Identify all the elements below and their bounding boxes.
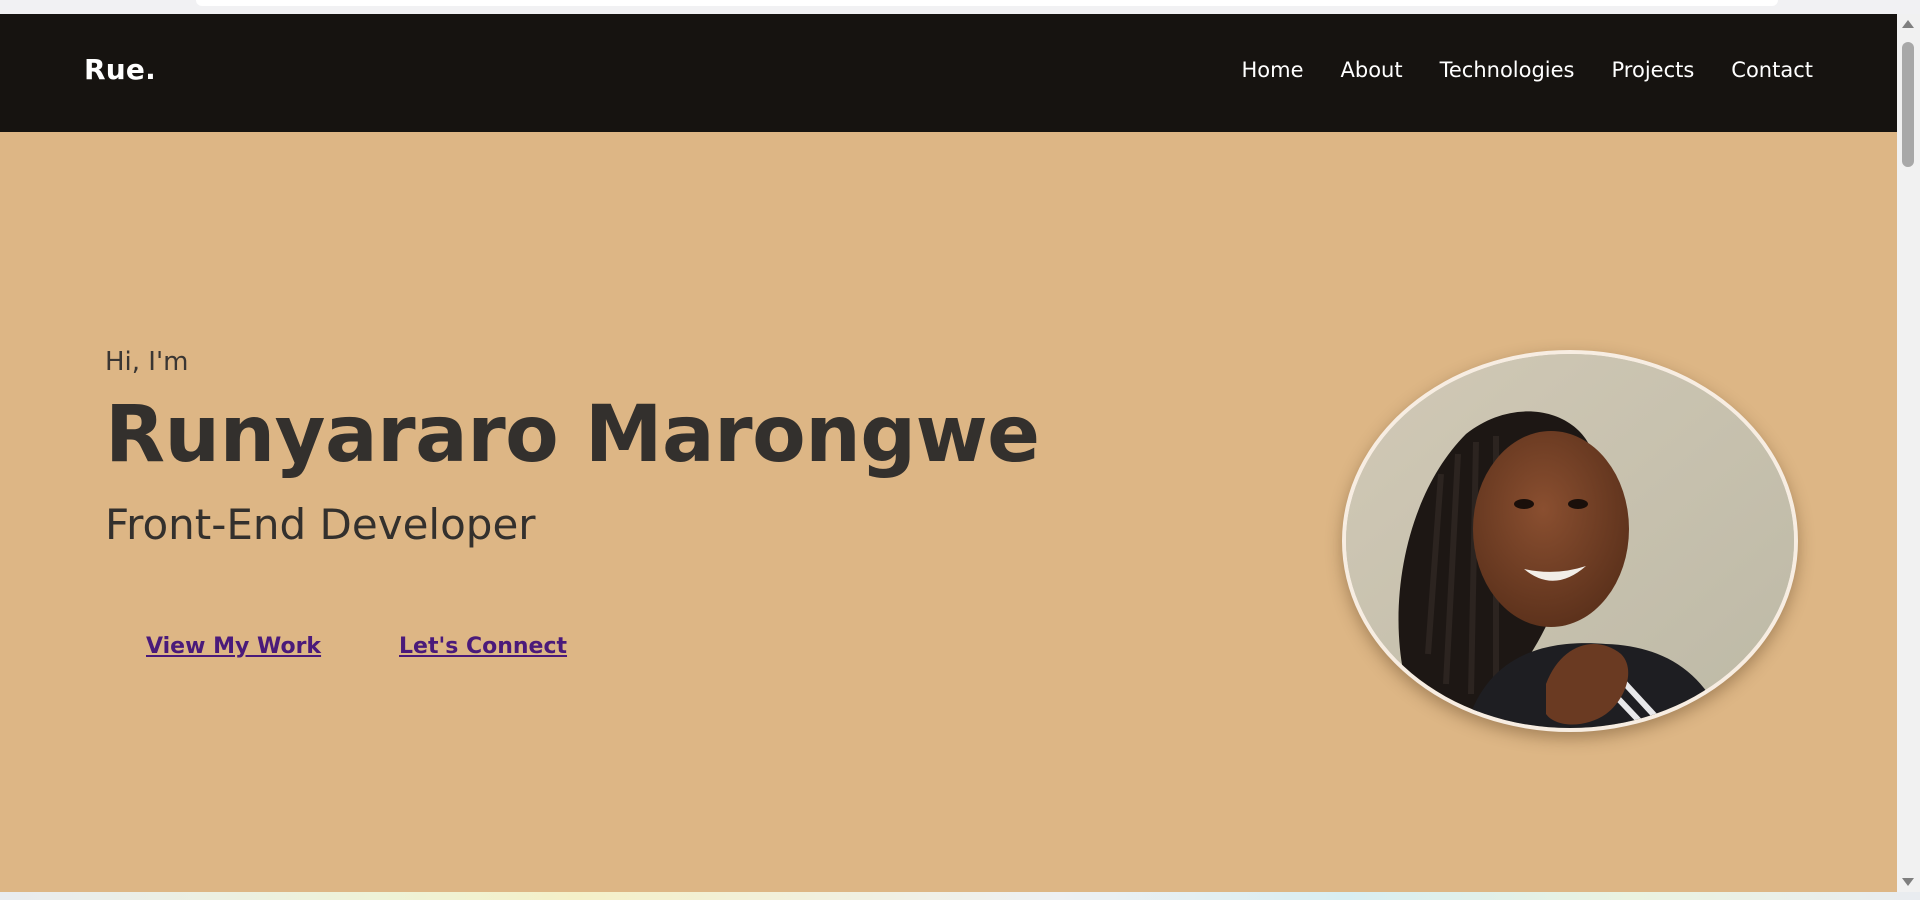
hero-section: Hi, I'm Runyararo Marongwe Front-End Dev…	[0, 132, 1897, 892]
hero-greeting: Hi, I'm	[105, 347, 189, 377]
browser-tab-bar	[196, 0, 1778, 6]
site-header: Rue. Home About Technologies Projects Co…	[0, 14, 1897, 132]
vertical-scrollbar[interactable]	[1897, 14, 1920, 892]
nav-contact[interactable]: Contact	[1731, 60, 1813, 81]
main-nav: Home About Technologies Projects Contact	[1241, 60, 1813, 81]
view-my-work-link[interactable]: View My Work	[146, 636, 321, 658]
page-viewport: Rue. Home About Technologies Projects Co…	[0, 14, 1897, 892]
profile-photo	[1342, 350, 1798, 732]
lets-connect-link[interactable]: Let's Connect	[399, 636, 567, 658]
scroll-down-icon[interactable]	[1902, 878, 1914, 886]
scroll-thumb[interactable]	[1902, 42, 1914, 167]
scroll-up-icon[interactable]	[1902, 20, 1914, 28]
browser-top-strip	[0, 0, 1920, 14]
nav-technologies[interactable]: Technologies	[1440, 60, 1575, 81]
nav-about[interactable]: About	[1341, 60, 1403, 81]
browser-bottom-strip	[0, 892, 1920, 900]
hero-role: Front-End Developer	[105, 500, 536, 549]
brand-logo[interactable]: Rue.	[84, 56, 156, 84]
nav-projects[interactable]: Projects	[1612, 60, 1695, 81]
profile-photo-illustration	[1346, 354, 1794, 728]
hero-name: Runyararo Marongwe	[105, 390, 1040, 480]
nav-home[interactable]: Home	[1241, 60, 1303, 81]
